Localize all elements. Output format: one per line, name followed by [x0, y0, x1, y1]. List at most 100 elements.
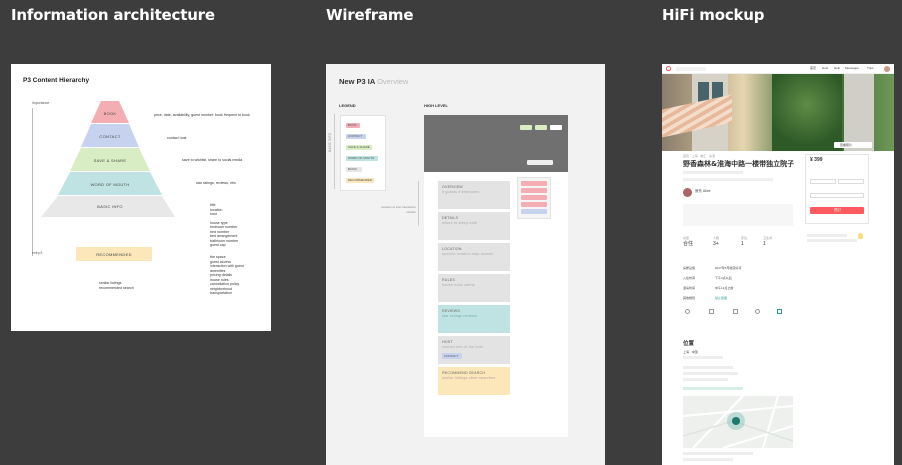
location-line	[683, 378, 728, 381]
wf-section-label: LOCATION specific location map access	[442, 247, 494, 256]
wifi-icon	[685, 309, 690, 314]
wf-book-chip	[521, 188, 547, 193]
booking-panel: ¥ 399 预订	[805, 154, 869, 224]
host-name: 房东 Alice	[695, 189, 711, 193]
high-level-heading: HIGH LEVEL	[424, 103, 449, 108]
transport-line	[683, 452, 753, 455]
detail-row: 房屋设施 2017年5月收获好评	[683, 266, 742, 270]
wf-contact-button[interactable]: CONTACT	[442, 353, 462, 359]
amenity-icons	[683, 309, 793, 323]
view-photos-button[interactable]: 查看照片	[834, 142, 872, 148]
location-subtitle: 上海 · 中国	[683, 350, 698, 354]
pyramid-label-basic: BASIC INFO	[97, 204, 123, 209]
annotation-basic-list-2: the space guest access interaction with …	[210, 255, 244, 296]
more-icon[interactable]	[777, 309, 782, 314]
location-line	[683, 356, 723, 359]
annotation-basic-item: guest cap	[210, 243, 226, 247]
side-bracket	[334, 114, 335, 189]
checkin-input[interactable]	[810, 179, 836, 184]
tv-icon	[733, 309, 738, 314]
nav-item-home[interactable]: 首页	[810, 66, 816, 71]
location-heading: 位置	[683, 341, 695, 347]
section-title-wireframe: Wireframe	[326, 6, 414, 24]
wf-contact-chip	[521, 209, 547, 214]
detail-row: 其他规则 禁止吸烟	[683, 296, 728, 300]
brand-logo-icon[interactable]	[666, 66, 671, 71]
nav-item-host[interactable]: Host	[822, 66, 828, 71]
wf-book-chip	[521, 181, 547, 186]
hero-photo[interactable]: 查看照片	[662, 74, 894, 151]
checkout-input[interactable]	[838, 179, 864, 184]
annotation-note: location of icon interaction section	[381, 205, 416, 214]
booking-note	[807, 234, 847, 237]
detail-row: 退房时间 中午12点之前	[683, 286, 734, 290]
wf-section-overview: OVERVIEW # guests # bedrooms	[438, 181, 510, 209]
guests-select[interactable]	[810, 193, 864, 198]
booking-note	[807, 239, 857, 242]
stat-value: 3+	[713, 241, 719, 247]
location-line	[683, 366, 733, 369]
washer-icon	[755, 309, 760, 314]
nav-item-trips[interactable]: Trips	[867, 66, 874, 71]
wf-section-host: HOST contact info of the host CONTACT	[438, 336, 510, 364]
nav-item-help[interactable]: Help	[834, 66, 840, 71]
section-title-hifi: HiFi mockup	[662, 6, 765, 24]
listing-tags	[683, 178, 773, 181]
hifi-navbar: 首页 Host Help Messages Trips	[662, 64, 894, 74]
section-title-ia: Information architecture	[11, 6, 215, 24]
stat-value: 1	[741, 241, 744, 247]
wf-section-label: DETAILS where to sleep bath	[442, 216, 478, 225]
wireframe-page: OVERVIEW # guests # bedrooms DETAILS where…	[424, 115, 568, 437]
stat-label: 卫生间	[763, 236, 773, 240]
hero-chip-more	[550, 125, 562, 130]
wireframe-title-main: New P3 IA	[339, 77, 375, 86]
stat-label: 床位	[741, 236, 748, 240]
wf-section-label: REVIEWS star ratings reviews	[442, 309, 477, 318]
price-label: ¥ 399	[810, 157, 823, 163]
hifi-card[interactable]: 首页 Host Help Messages Trips 查看照片 首页 · 上海…	[662, 64, 894, 465]
pyramid-label-word: WORD OF MOUTH	[90, 182, 130, 187]
legend-heading: LEGEND	[339, 103, 356, 108]
wf-section-details: DETAILS where to sleep bath	[438, 212, 510, 240]
hero-chip-save	[520, 125, 532, 130]
host-description	[683, 204, 793, 226]
wireframe-card[interactable]: New P3 IA Overview LEGEND HIGH LEVEL BAS…	[326, 64, 605, 465]
stat-label: 房型	[683, 236, 690, 240]
hero-chip-photos	[527, 160, 553, 165]
breadcrumb: 首页 · 上海 · 徐汇 · 房源	[683, 154, 715, 158]
map-pin-icon[interactable]	[732, 417, 740, 425]
annotation-rec-list: similar listings recommended search	[99, 281, 134, 290]
stat-label: 人数	[713, 236, 720, 240]
wf-section-location: LOCATION specific location map access	[438, 243, 510, 271]
hero-image-placeholder	[424, 115, 568, 172]
recommended-label: RECOMMENDED	[96, 252, 132, 257]
annotation-basic-list: title location host house type bedroom n…	[210, 203, 238, 248]
wf-section-recommend: RECOMMEND SEARCH similar listings other s…	[438, 367, 510, 395]
book-button[interactable]: 预订	[810, 207, 864, 214]
annotation-basic-item: transportation	[210, 291, 232, 295]
search-input[interactable]	[676, 67, 706, 71]
host-avatar[interactable]	[683, 188, 692, 197]
wf-section-label: RULES house rules safety	[442, 278, 475, 287]
legend-chip-book: BOOK	[346, 123, 360, 128]
stat-value: 合住	[683, 241, 694, 247]
annotation-book: price, date, availability, guest number:…	[154, 113, 250, 117]
nav-item-messages[interactable]: Messages	[845, 66, 859, 71]
note-bracket	[418, 181, 419, 226]
detail-row: 入住时间 下午3点以后	[683, 276, 732, 280]
transport-line	[683, 458, 733, 461]
kitchen-icon	[709, 309, 714, 314]
avatar[interactable]	[884, 66, 890, 72]
wf-section-label: HOST contact info of the host	[442, 340, 483, 349]
wf-book-chip	[521, 195, 547, 200]
recommended-box: RECOMMENDED	[76, 247, 152, 261]
ia-card[interactable]: P3 Content Hierarchy importance exit p3 …	[11, 64, 271, 331]
wf-book-chip	[521, 202, 547, 207]
legend-box: BOOK CONTACT SAVE & SHARE WORD OF MOUTH …	[340, 115, 386, 191]
annotation-rec-item: recommended search	[99, 285, 134, 290]
photo-plants	[772, 74, 842, 151]
location-link[interactable]	[683, 387, 743, 390]
wf-section-label: OVERVIEW # guests # bedrooms	[442, 185, 480, 194]
legend-chip-save: SAVE & SHARE	[346, 145, 372, 150]
location-map[interactable]	[683, 396, 793, 448]
